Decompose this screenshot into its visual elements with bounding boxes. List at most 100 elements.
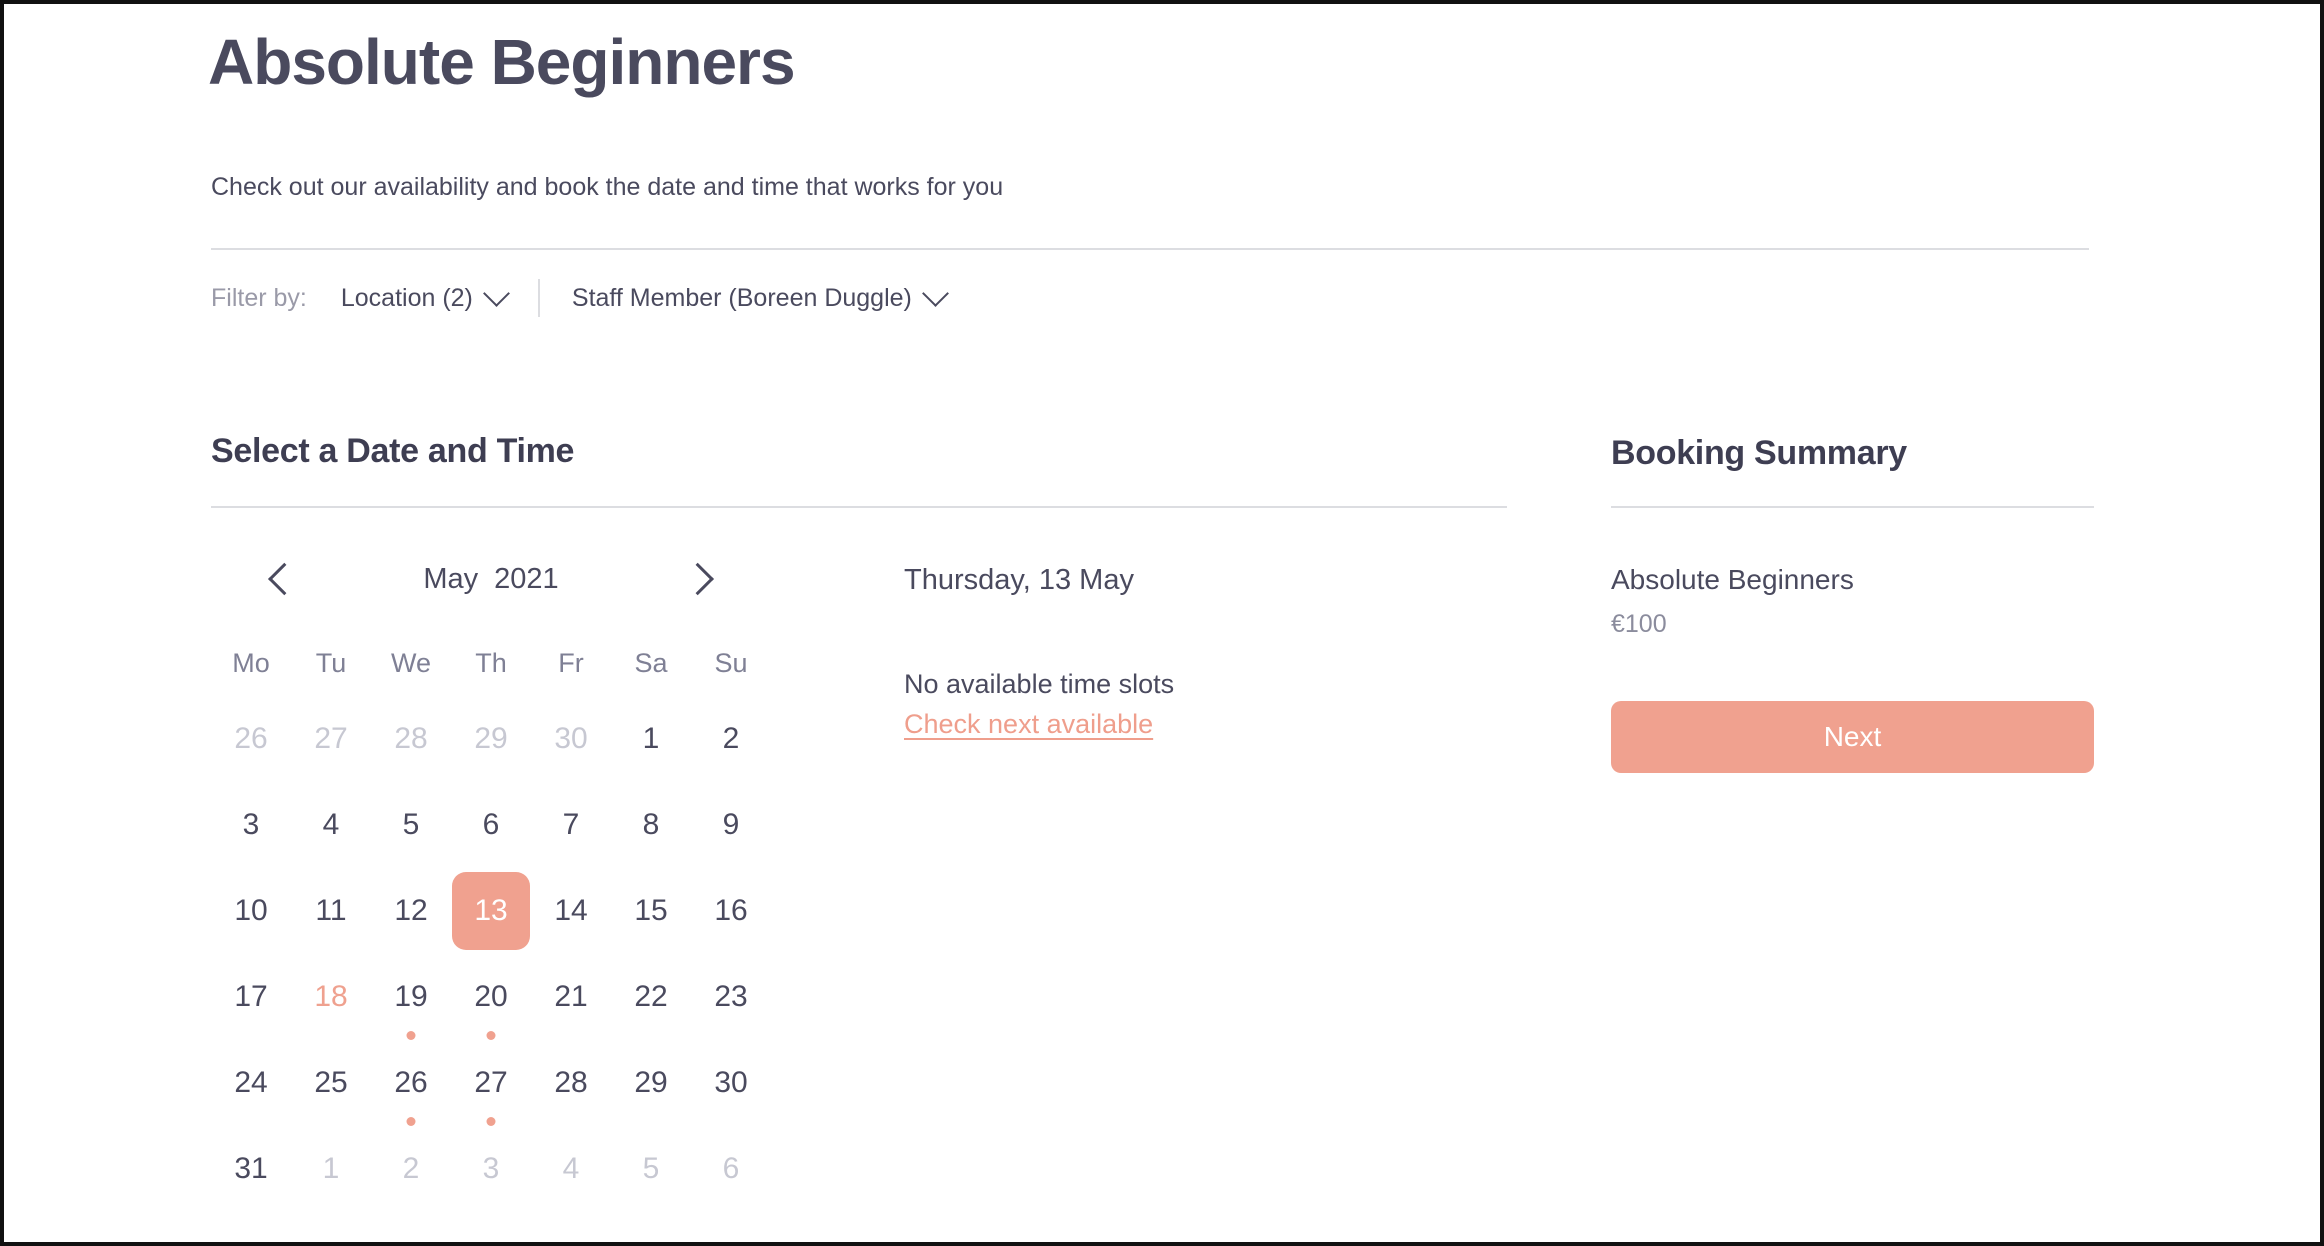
calendar-weekday-header: Tu (315, 647, 347, 678)
calendar-day[interactable]: 4 (292, 786, 370, 864)
calendar-day[interactable]: 7 (532, 786, 610, 864)
calendar-day[interactable]: 6 (452, 786, 530, 864)
calendar-cell: 6 (691, 1130, 771, 1216)
calendar-day[interactable]: 12 (372, 872, 450, 950)
calendar-day[interactable]: 16 (692, 872, 770, 950)
calendar-weekday-header: Fr (558, 647, 584, 678)
chevron-left-icon[interactable] (259, 556, 305, 602)
screenshot-frame: Absolute Beginners Check out our availab… (0, 0, 2324, 1246)
calendar-day[interactable]: 31 (212, 1130, 290, 1208)
booking-summary-panel: Absolute Beginners €100 Next (1611, 544, 2094, 773)
calendar-month-year: May 2021 (423, 563, 558, 596)
calendar-cell: 26 (371, 1044, 451, 1130)
calendar-cell: 17 (211, 958, 291, 1044)
calendar-cell: 29 (451, 700, 531, 786)
filter-location-label: Location (2) (340, 283, 473, 312)
calendar-cell: 1 (611, 700, 691, 786)
calendar-day: 29 (474, 722, 508, 755)
calendar-day[interactable]: 1 (612, 700, 690, 778)
calendar-day: 3 (482, 1152, 500, 1185)
calendar-cell: 30 (691, 1044, 771, 1130)
calendar-cell: 29 (611, 1044, 691, 1130)
calendar-month: May (423, 562, 479, 595)
calendar-day[interactable]: 15 (612, 872, 690, 950)
calendar-cell: 4 (531, 1130, 611, 1216)
filter-separator (537, 279, 540, 317)
calendar-cell: 11 (291, 872, 371, 958)
calendar-cell: 16 (691, 872, 771, 958)
header-divider (211, 248, 2089, 250)
calendar-cell: 3 (211, 786, 291, 872)
calendar-cell: 9 (691, 786, 771, 872)
calendar-day[interactable]: 22 (612, 958, 690, 1036)
calendar-day[interactable]: 23 (692, 958, 770, 1036)
calendar-cell: 1 (291, 1130, 371, 1216)
calendar-day[interactable]: 8 (612, 786, 690, 864)
timeslots-selected-date: Thursday, 13 May (904, 564, 1134, 596)
calendar-cell: 15 (611, 872, 691, 958)
check-next-available-link[interactable]: Check next available (904, 709, 1153, 740)
timeslots-empty-message: No available time slots (904, 669, 1175, 699)
filter-staff-member[interactable]: Staff Member (Boreen Duggle) (572, 279, 949, 313)
calendar-day[interactable]: 2 (692, 700, 770, 778)
calendar-day[interactable]: 19 (372, 958, 450, 1040)
calendar-day: 1 (322, 1152, 340, 1185)
calendar-day[interactable]: 9 (692, 786, 770, 864)
calendar-day[interactable]: 28 (532, 1044, 610, 1122)
calendar-day[interactable]: 30 (692, 1044, 770, 1122)
calendar-day: 30 (554, 722, 588, 755)
chevron-right-icon[interactable] (677, 556, 723, 602)
calendar-day[interactable]: 14 (532, 872, 610, 950)
calendar-day[interactable]: 27 (452, 1044, 530, 1126)
calendar-day-selected[interactable]: 13 (452, 872, 530, 950)
calendar-cell: 2 (691, 700, 771, 786)
chevron-down-icon (482, 279, 510, 307)
page-subtitle: Check out our availability and book the … (211, 173, 1004, 201)
calendar-grid: Mo Tu We Th Fr Sa Su 26 27 28 29 30 1 2 3 4 5 6 7 8 9 10 11 12 1… (211, 626, 771, 1216)
calendar-cell: 30 (531, 700, 611, 786)
calendar-day[interactable]: 29 (612, 1044, 690, 1122)
calendar-day: 28 (394, 722, 428, 755)
calendar-cell: 10 (211, 872, 291, 958)
calendar-day[interactable]: 26 (372, 1044, 450, 1126)
calendar-weekday-header: Mo (232, 647, 270, 678)
calendar-day[interactable]: 24 (212, 1044, 290, 1122)
calendar-day[interactable]: 17 (212, 958, 290, 1036)
select-date-time-heading: Select a Date and Time (211, 432, 575, 470)
calendar-day[interactable]: 10 (212, 872, 290, 950)
calendar-cell: 20 (451, 958, 531, 1044)
calendar-weekday-header: Su (714, 647, 748, 678)
availability-dot-icon (486, 1117, 496, 1126)
calendar-day: 5 (642, 1152, 660, 1185)
calendar-cell: 19 (371, 958, 451, 1044)
calendar-cell: 8 (611, 786, 691, 872)
calendar-cell: 3 (451, 1130, 531, 1216)
calendar-day: 26 (234, 722, 268, 755)
calendar-cell: 21 (531, 958, 611, 1044)
calendar-weekday-header: We (390, 647, 431, 678)
calendar-day[interactable]: 20 (452, 958, 530, 1040)
booking-page: Absolute Beginners Check out our availab… (4, 4, 2320, 1242)
summary-section-divider (1611, 506, 2094, 508)
calendar-day[interactable]: 5 (372, 786, 450, 864)
calendar-cell: 28 (531, 1044, 611, 1130)
calendar-day[interactable]: 25 (292, 1044, 370, 1122)
calendar-day[interactable]: 11 (292, 872, 370, 950)
calendar-year: 2021 (494, 562, 559, 595)
calendar-day: 6 (722, 1152, 740, 1185)
next-button[interactable]: Next (1611, 701, 2094, 773)
calendar-day[interactable]: 18 (292, 958, 370, 1036)
calendar-day[interactable]: 3 (212, 786, 290, 864)
calendar-cell: 6 (451, 786, 531, 872)
chevron-down-icon (921, 279, 949, 307)
calendar-day[interactable]: 21 (532, 958, 610, 1036)
calendar-cell: 25 (291, 1044, 371, 1130)
booking-summary-heading: Booking Summary (1611, 434, 1907, 472)
filter-by-label: Filter by: (211, 283, 307, 312)
calendar-day: 27 (314, 722, 348, 755)
page-title: Absolute Beginners (208, 26, 796, 98)
filter-location[interactable]: Location (2) (340, 279, 510, 313)
calendar: May 2021 Mo Tu We Th Fr Sa Su 26 27 28 29 30 1 2 3 4 5 6 7… (211, 544, 771, 1216)
calendar-cell: 27 (291, 700, 371, 786)
calendar-cell: 24 (211, 1044, 291, 1130)
